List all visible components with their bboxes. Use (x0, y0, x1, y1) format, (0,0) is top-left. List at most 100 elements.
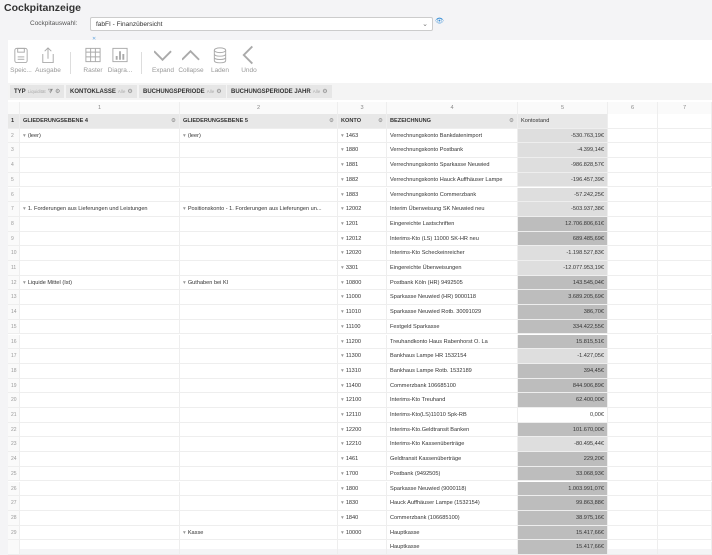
konto-cell[interactable]: ▾ 12012 (338, 231, 387, 246)
expand-triangle-icon[interactable]: ▾ (23, 133, 26, 139)
expand-triangle-icon[interactable]: ▾ (341, 177, 344, 183)
expand-triangle-icon[interactable]: ▾ (341, 162, 344, 168)
expand-triangle-icon[interactable]: ▾ (183, 206, 186, 212)
expand-triangle-icon[interactable]: ▾ (341, 530, 344, 536)
gliederungsebene-4-cell[interactable]: ▾ Liquide Mittel (Ist) (20, 275, 180, 290)
gliederungsebene-5-cell[interactable]: ▾ Guthaben bei KI (180, 275, 338, 290)
expand-triangle-icon[interactable]: ▾ (341, 339, 344, 345)
konto-cell[interactable]: ▾ 1830 (338, 496, 387, 510)
konto-cell[interactable]: ▾ 12200 (338, 422, 387, 437)
filter-icon[interactable]: ⧩ (48, 89, 53, 95)
expand-triangle-icon[interactable]: ▾ (341, 486, 344, 492)
toolbar-button-expand[interactable]: Expand (148, 45, 178, 74)
konto-cell[interactable]: ▾ 12210 (338, 437, 387, 452)
expand-triangle-icon[interactable]: ▾ (341, 206, 344, 212)
konto-cell[interactable]: ▾ 1463 (338, 128, 387, 143)
toolbar-button-ausgabe[interactable]: Ausgabe (33, 45, 63, 74)
konto-cell[interactable]: ▾ 11300 (338, 349, 387, 363)
expand-triangle-icon[interactable]: ▾ (341, 324, 344, 330)
gear-icon[interactable]: ⚙ (509, 118, 514, 124)
toolbar-separator (70, 52, 71, 74)
gliederungsebene-4-cell[interactable]: ▾ 1. Forderungen aus Lieferungen und Leis… (20, 202, 180, 216)
konto-cell[interactable]: ▾ 1881 (338, 158, 387, 172)
filter-chip[interactable]: KONTOKLASSE Alle ⚙ (66, 85, 137, 98)
toolbar-button-collapse[interactable]: Collapse (176, 45, 206, 74)
expand-triangle-icon[interactable]: ▾ (341, 383, 344, 389)
expand-triangle-icon[interactable]: ▾ (183, 133, 186, 139)
expand-triangle-icon[interactable]: ▾ (341, 412, 344, 418)
konto-cell[interactable]: ▾ 11400 (338, 378, 387, 393)
expand-triangle-icon[interactable]: ▾ (23, 280, 26, 286)
konto-cell[interactable]: ▾ 11310 (338, 363, 387, 378)
gear-icon[interactable]: ⚙ (127, 89, 132, 95)
eye-icon[interactable]: 👁 (435, 17, 444, 25)
expand-triangle-icon[interactable]: ▾ (341, 192, 344, 198)
konto-cell[interactable]: ▾ 1880 (338, 143, 387, 158)
konto-cell[interactable]: ▾ 11100 (338, 319, 387, 334)
filter-chip[interactable]: BUCHUNGSPERIODE Alle ⚙ (139, 85, 226, 98)
expand-triangle-icon[interactable]: ▾ (341, 397, 344, 403)
expand-triangle-icon[interactable]: ▾ (341, 221, 344, 227)
expand-triangle-icon[interactable]: ▾ (341, 250, 344, 256)
filter-chip[interactable]: BUCHUNGSPERIODE JAHR Alle ⚙ (227, 85, 332, 98)
gliederungsebene-5-cell[interactable]: ▾ Kasse (180, 525, 338, 540)
konto-cell[interactable]: ▾ 10000 (338, 525, 387, 540)
konto-cell[interactable]: ▾ 11000 (338, 290, 387, 305)
column-header[interactable]: BEZEICHNUNG ⚙ (387, 114, 518, 128)
kontostand-cell: 33.068,93€ (518, 466, 608, 481)
konto-cell[interactable]: ▾ 10800 (338, 275, 387, 290)
expand-triangle-icon[interactable]: ▾ (341, 294, 344, 300)
gear-icon[interactable]: ⚙ (329, 118, 334, 124)
expand-triangle-icon[interactable]: ▾ (341, 368, 344, 374)
expand-triangle-icon[interactable]: ▾ (183, 530, 186, 536)
toolbar-button-raster[interactable]: Raster (78, 45, 108, 74)
expand-triangle-icon[interactable]: ▾ (183, 280, 186, 286)
gear-icon[interactable]: ⚙ (216, 89, 221, 95)
konto-cell[interactable]: ▾ 1700 (338, 466, 387, 481)
konto-cell[interactable]: ▾ 12110 (338, 408, 387, 422)
konto-cell[interactable]: ▾ 12020 (338, 246, 387, 260)
expand-triangle-icon[interactable]: ▾ (341, 456, 344, 462)
konto-cell[interactable]: ▾ 1883 (338, 187, 387, 202)
konto-cell[interactable]: ▾ 11200 (338, 334, 387, 349)
konto-cell[interactable]: ▾ 1882 (338, 172, 387, 187)
expand-triangle-icon[interactable]: ▾ (341, 500, 344, 506)
toolbar-button-speic[interactable]: Speic... (6, 45, 36, 74)
toolbar-button-laden[interactable]: Laden (205, 45, 235, 74)
expand-triangle-icon[interactable]: ▾ (341, 309, 344, 315)
konto-cell[interactable]: ▾ 12002 (338, 202, 387, 216)
expand-triangle-icon[interactable]: ▾ (341, 147, 344, 153)
gliederungsebene-5-cell[interactable]: ▾ (leer) (180, 128, 338, 143)
expand-triangle-icon[interactable]: ▾ (341, 280, 344, 286)
gear-icon[interactable]: ⚙ (378, 118, 383, 124)
expand-triangle-icon[interactable]: ▾ (341, 353, 344, 359)
konto-cell[interactable]: ▾ 1800 (338, 481, 387, 496)
expand-triangle-icon[interactable]: ▾ (341, 515, 344, 521)
column-header[interactable]: GLIEDERUNGSEBENE 5 ⚙ (180, 114, 338, 128)
konto-cell[interactable]: ▾ 12100 (338, 393, 387, 407)
konto-cell[interactable]: ▾ 11010 (338, 305, 387, 319)
konto-cell[interactable]: ▾ 1201 (338, 216, 387, 231)
gliederungsebene-4-cell[interactable]: ▾ (leer) (20, 128, 180, 143)
expand-triangle-icon[interactable]: ▾ (341, 471, 344, 477)
column-header[interactable]: Kontostand (518, 114, 608, 128)
expand-triangle-icon[interactable]: ▾ (341, 441, 344, 447)
expand-triangle-icon[interactable]: ▾ (341, 427, 344, 433)
expand-triangle-icon[interactable]: ▾ (341, 236, 344, 242)
cockpit-select[interactable]: fabFI - Finanzübersicht ⌄ (90, 17, 433, 31)
column-header[interactable]: GLIEDERUNGSEBENE 4 ⚙ (20, 114, 180, 128)
expand-triangle-icon[interactable]: ▾ (341, 133, 344, 139)
filter-chip[interactable]: TYP Liquidität ⧩ ⚙ (10, 85, 65, 98)
expand-triangle-icon[interactable]: ▾ (23, 206, 26, 212)
expand-triangle-icon[interactable]: ▾ (341, 265, 344, 271)
gliederungsebene-5-cell[interactable]: ▾ Positionskonto - 1. Forderungen aus Lie… (180, 202, 338, 216)
konto-cell[interactable]: ▾ 1461 (338, 452, 387, 466)
gear-icon[interactable]: ⚙ (171, 118, 176, 124)
konto-cell[interactable]: ▾ 1840 (338, 510, 387, 525)
toolbar-button-diagra[interactable]: Diagra... (105, 45, 135, 74)
gear-icon[interactable]: ⚙ (322, 89, 327, 95)
gear-icon[interactable]: ⚙ (55, 89, 60, 95)
konto-cell[interactable]: ▾ 3301 (338, 261, 387, 275)
toolbar-button-undo[interactable]: Undo (234, 45, 264, 74)
column-header[interactable]: KONTO ⚙ (338, 114, 387, 128)
